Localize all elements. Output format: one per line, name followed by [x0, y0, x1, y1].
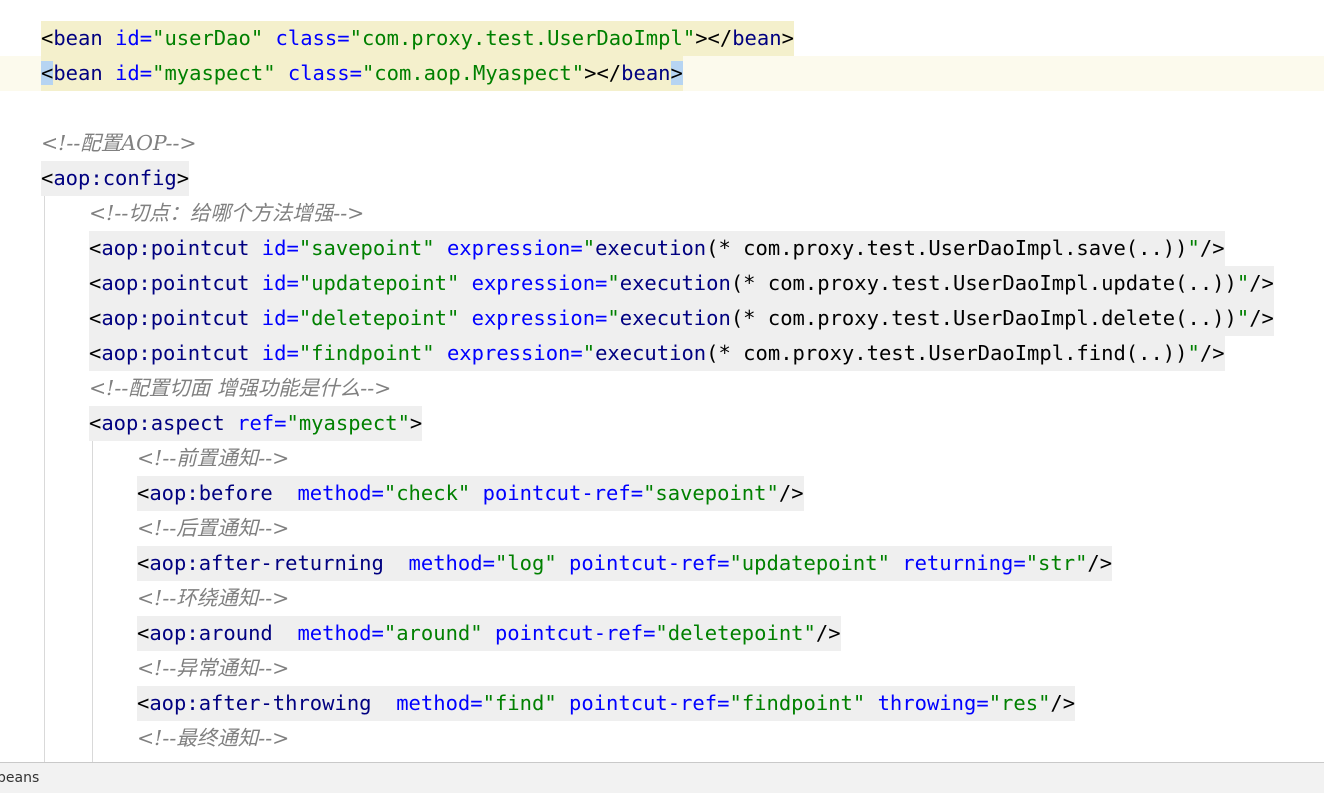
code-line-text: <aop:config> — [41, 161, 190, 196]
code-line-text: <bean id="userDao" class="com.proxy.test… — [41, 21, 794, 56]
code-line-text: <aop:pointcut id="deletepoint" expressio… — [89, 301, 1274, 336]
code-line-text: <!--环绕通知--> — [137, 586, 290, 610]
code-line-text: <!--异常通知--> — [137, 656, 290, 680]
indent-guide — [44, 196, 45, 762]
code-line-text: <aop:pointcut id="findpoint" expression=… — [89, 336, 1225, 371]
code-line-text: <!--最终通知--> — [137, 726, 290, 750]
code-line-text: <aop:around method="around" pointcut-ref… — [137, 616, 841, 651]
code-line-text: <!--切点：给哪个方法增强--> — [89, 201, 365, 225]
code-line-text: <bean id="myaspect" class="com.aop.Myasp… — [41, 56, 683, 91]
code-line-text: <aop:aspect ref="myaspect"> — [89, 406, 423, 441]
code-line-text: <aop:before method="check" pointcut-ref=… — [137, 476, 804, 511]
status-bar: beans — [0, 762, 1324, 793]
code-line-text: <!--前置通知--> — [137, 446, 290, 470]
code-line-text: <aop:after-returning method="log" pointc… — [137, 546, 1113, 581]
code-line-text: <!--配置切面 增强功能是什么--> — [89, 376, 392, 400]
indent-guide — [92, 441, 93, 762]
code-line-text: <!--配置AOP--> — [41, 131, 197, 155]
code-line-text: <aop:after-throwing method="find" pointc… — [137, 686, 1076, 721]
code-line-text: <!--后置通知--> — [137, 516, 290, 540]
code-editor[interactable]: <bean id="userDao" class="com.proxy.test… — [0, 0, 1324, 762]
breadcrumb-beans[interactable]: beans — [0, 763, 39, 793]
code-line-text: <aop:pointcut id="savepoint" expression=… — [89, 231, 1225, 266]
code-line[interactable]: <bean id="myaspect" class="com.aop.Myasp… — [0, 56, 1324, 91]
code-line-text: <aop:pointcut id="updatepoint" expressio… — [89, 266, 1274, 301]
